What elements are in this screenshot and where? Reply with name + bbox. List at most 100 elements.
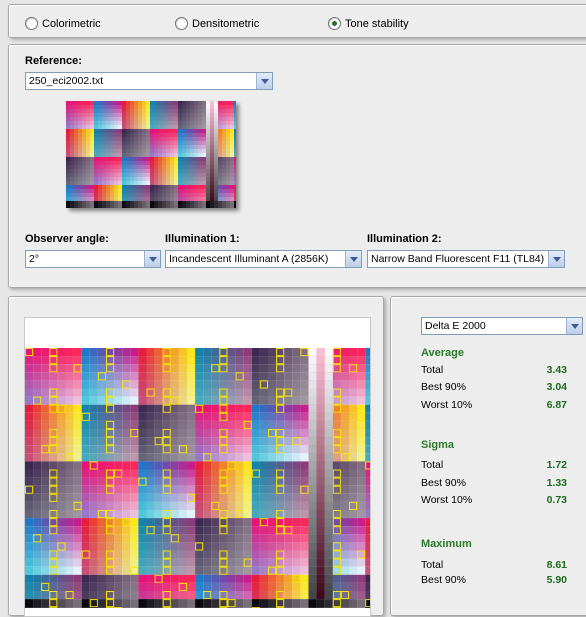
color-patch <box>25 405 33 413</box>
color-patch <box>163 575 171 583</box>
chevron-down-icon[interactable] <box>566 318 582 334</box>
color-patch <box>94 189 98 193</box>
densitometric-radio[interactable]: Densitometric <box>175 17 259 30</box>
neutral-patch <box>325 559 333 567</box>
color-patch <box>170 121 174 125</box>
color-patch <box>118 205 122 208</box>
color-patch <box>82 161 86 165</box>
color-patch <box>122 133 126 137</box>
neutral-patch <box>309 567 317 575</box>
color-patch <box>106 205 110 208</box>
color-patch <box>276 437 284 445</box>
color-patch <box>162 101 166 105</box>
radio-icon[interactable] <box>25 17 38 30</box>
color-patch <box>86 145 90 149</box>
color-patch <box>186 181 190 185</box>
color-patch <box>57 364 65 372</box>
color-patch <box>94 181 98 185</box>
color-patch <box>78 133 82 137</box>
color-patch <box>49 583 57 591</box>
color-patch <box>138 364 146 372</box>
color-patch <box>122 169 126 173</box>
color-patch <box>106 137 110 141</box>
metric-select[interactable]: Delta E 2000 <box>421 317 583 335</box>
radio-icon[interactable] <box>175 17 188 30</box>
neutral-patch <box>309 429 317 437</box>
illumination-2-label: Illumination 2: <box>367 233 442 245</box>
color-patch <box>203 421 211 429</box>
color-patch <box>252 478 260 486</box>
color-patch <box>300 518 308 526</box>
color-patch <box>276 599 284 607</box>
color-patch <box>292 372 300 380</box>
color-patch <box>122 197 126 201</box>
radio-selected-icon[interactable] <box>328 17 341 30</box>
color-patch <box>252 372 260 380</box>
color-patch <box>66 109 70 113</box>
chevron-down-icon[interactable] <box>144 251 160 267</box>
color-patch <box>174 101 178 105</box>
color-patch <box>211 348 219 356</box>
color-patch <box>182 113 186 117</box>
color-patch <box>130 559 138 567</box>
chevron-down-icon[interactable] <box>256 73 272 89</box>
color-patch <box>74 153 78 157</box>
color-patch <box>33 599 41 607</box>
color-patch <box>284 445 292 453</box>
color-patch <box>146 205 150 208</box>
color-patch <box>138 145 142 149</box>
tone-stability-radio[interactable]: Tone stability <box>328 17 409 30</box>
color-patch <box>122 117 126 121</box>
color-patch <box>118 177 122 181</box>
color-patch <box>187 470 195 478</box>
color-patch <box>49 437 57 445</box>
color-patch <box>138 161 142 165</box>
color-patch <box>66 141 70 145</box>
color-patch <box>66 181 70 185</box>
color-patch <box>114 125 118 129</box>
color-patch <box>98 177 102 181</box>
color-patch <box>66 445 74 453</box>
color-patch <box>276 559 284 567</box>
chevron-down-icon[interactable] <box>345 251 361 267</box>
color-patch <box>349 542 357 550</box>
color-patch <box>74 121 78 125</box>
tone-stability-label: Tone stability <box>345 18 409 30</box>
color-patch <box>300 551 308 559</box>
tone-stability-map <box>24 317 371 617</box>
color-patch <box>226 117 230 121</box>
color-patch <box>154 185 158 189</box>
color-patch <box>49 348 57 356</box>
color-patch <box>146 189 150 193</box>
color-patch <box>222 189 226 193</box>
color-patch <box>219 405 227 413</box>
color-patch <box>226 113 230 117</box>
color-patch <box>171 445 179 453</box>
color-patch <box>284 591 292 599</box>
color-patch <box>357 421 365 429</box>
color-patch <box>226 205 230 208</box>
color-patch <box>154 125 158 129</box>
neutral-patch <box>317 502 325 510</box>
color-patch <box>349 494 357 502</box>
reference-select[interactable]: 250_eci2002.txt <box>25 72 273 90</box>
colorimetric-radio[interactable]: Colorimetric <box>25 17 101 30</box>
color-patch <box>147 478 155 486</box>
observer-angle-select[interactable]: 2° <box>25 250 161 268</box>
color-patch <box>33 453 41 461</box>
color-patch <box>174 133 178 137</box>
color-patch <box>86 125 90 129</box>
illumination-1-select[interactable]: Incandescent Illuminant A (2856K) <box>165 250 362 268</box>
color-patch <box>25 599 33 607</box>
color-patch <box>106 534 114 542</box>
color-patch <box>252 470 260 478</box>
color-patch <box>171 526 179 534</box>
chevron-down-icon[interactable] <box>548 251 564 267</box>
color-patch <box>90 109 94 113</box>
illumination-2-select[interactable]: Narrow Band Fluorescent F11 (TL84) <box>367 250 565 268</box>
color-patch <box>114 113 118 117</box>
color-patch <box>25 559 33 567</box>
color-patch <box>106 189 110 193</box>
color-patch <box>122 372 130 380</box>
color-patch <box>219 397 227 405</box>
